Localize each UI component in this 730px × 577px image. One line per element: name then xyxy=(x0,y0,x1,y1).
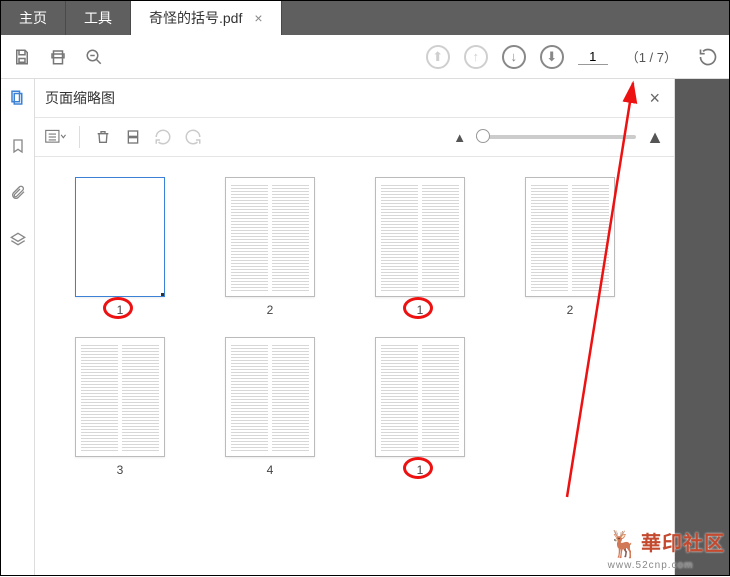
thumbnail-page[interactable] xyxy=(75,177,165,297)
thumbnail-zoom: ▲ ▲ xyxy=(453,127,664,148)
scroll-up-icon[interactable]: ⬆ xyxy=(426,45,450,69)
thumbnail-label: 1 xyxy=(117,303,124,317)
page-number-input[interactable] xyxy=(578,49,608,65)
thumbnail-grid: 1 2 1 2 3 4 1 xyxy=(35,157,674,575)
left-rail xyxy=(1,79,35,575)
options-icon[interactable] xyxy=(45,126,67,148)
panel-header: 页面缩略图 × xyxy=(35,79,674,117)
thumbnails-panel: 页面缩略图 × ▲ xyxy=(35,79,675,575)
thumbnail-label: 2 xyxy=(267,303,274,317)
insert-page-icon[interactable] xyxy=(122,126,144,148)
delete-icon[interactable] xyxy=(92,126,114,148)
thumbnail-page[interactable] xyxy=(225,337,315,457)
thumbnail[interactable]: 1 xyxy=(345,337,495,497)
page-count-label: （1 / 7） xyxy=(626,47,677,66)
thumbnail[interactable]: 2 xyxy=(195,177,345,337)
tab-document-label: 奇怪的括号.pdf xyxy=(149,8,242,28)
main-toolbar: ⬆ ↑ ↓ ⬇ （1 / 7） xyxy=(1,35,729,79)
tab-home[interactable]: 主页 xyxy=(1,1,66,35)
zoom-large-icon[interactable]: ▲ xyxy=(646,127,664,148)
attachment-icon[interactable] xyxy=(10,185,26,206)
page-up-icon[interactable]: ↑ xyxy=(464,45,488,69)
thumbnail-label: 3 xyxy=(117,463,124,477)
thumbnail-label: 1 xyxy=(417,303,424,317)
watermark: 🦌華印社区 www.52cnp.com xyxy=(608,527,725,571)
close-panel-icon[interactable]: × xyxy=(649,88,660,109)
content-area: 页面缩略图 × ▲ xyxy=(1,79,729,575)
thumbnail[interactable]: 1 xyxy=(345,177,495,337)
bookmark-icon[interactable] xyxy=(10,138,26,159)
thumbnail-page[interactable] xyxy=(525,177,615,297)
thumbnail-page[interactable] xyxy=(75,337,165,457)
zoom-slider[interactable] xyxy=(476,135,636,139)
tab-document[interactable]: 奇怪的括号.pdf × xyxy=(131,1,282,35)
rotate-icon[interactable] xyxy=(697,46,719,68)
save-icon[interactable] xyxy=(11,46,33,68)
thumbnail[interactable]: 4 xyxy=(195,337,345,497)
rotate-cw-icon[interactable] xyxy=(182,126,204,148)
document-viewport[interactable] xyxy=(675,79,729,575)
layers-icon[interactable] xyxy=(10,232,26,253)
zoom-out-icon[interactable] xyxy=(83,46,105,68)
panel-title: 页面缩略图 xyxy=(45,88,649,108)
thumbnail[interactable]: 3 xyxy=(45,337,195,497)
rotate-ccw-icon[interactable] xyxy=(152,126,174,148)
zoom-slider-thumb[interactable] xyxy=(476,129,490,143)
panel-toolbar: ▲ ▲ xyxy=(35,117,674,157)
tab-tools[interactable]: 工具 xyxy=(66,1,131,35)
thumbnail-page[interactable] xyxy=(225,177,315,297)
page-down-icon[interactable]: ↓ xyxy=(502,45,526,69)
close-icon[interactable]: × xyxy=(254,10,262,26)
thumbnail-page[interactable] xyxy=(375,177,465,297)
app-tabbar: 主页 工具 奇怪的括号.pdf × xyxy=(1,1,729,35)
thumbnail-page[interactable] xyxy=(375,337,465,457)
thumbnails-icon[interactable] xyxy=(9,89,27,112)
scroll-down-icon[interactable]: ⬇ xyxy=(540,45,564,69)
thumbnail[interactable]: 1 xyxy=(45,177,195,337)
thumbnail-label: 2 xyxy=(567,303,574,317)
thumbnail[interactable]: 2 xyxy=(495,177,645,337)
zoom-small-icon[interactable]: ▲ xyxy=(453,130,466,145)
print-icon[interactable] xyxy=(47,46,69,68)
thumbnail-label: 4 xyxy=(267,463,274,477)
thumbnail-label: 1 xyxy=(417,463,424,477)
